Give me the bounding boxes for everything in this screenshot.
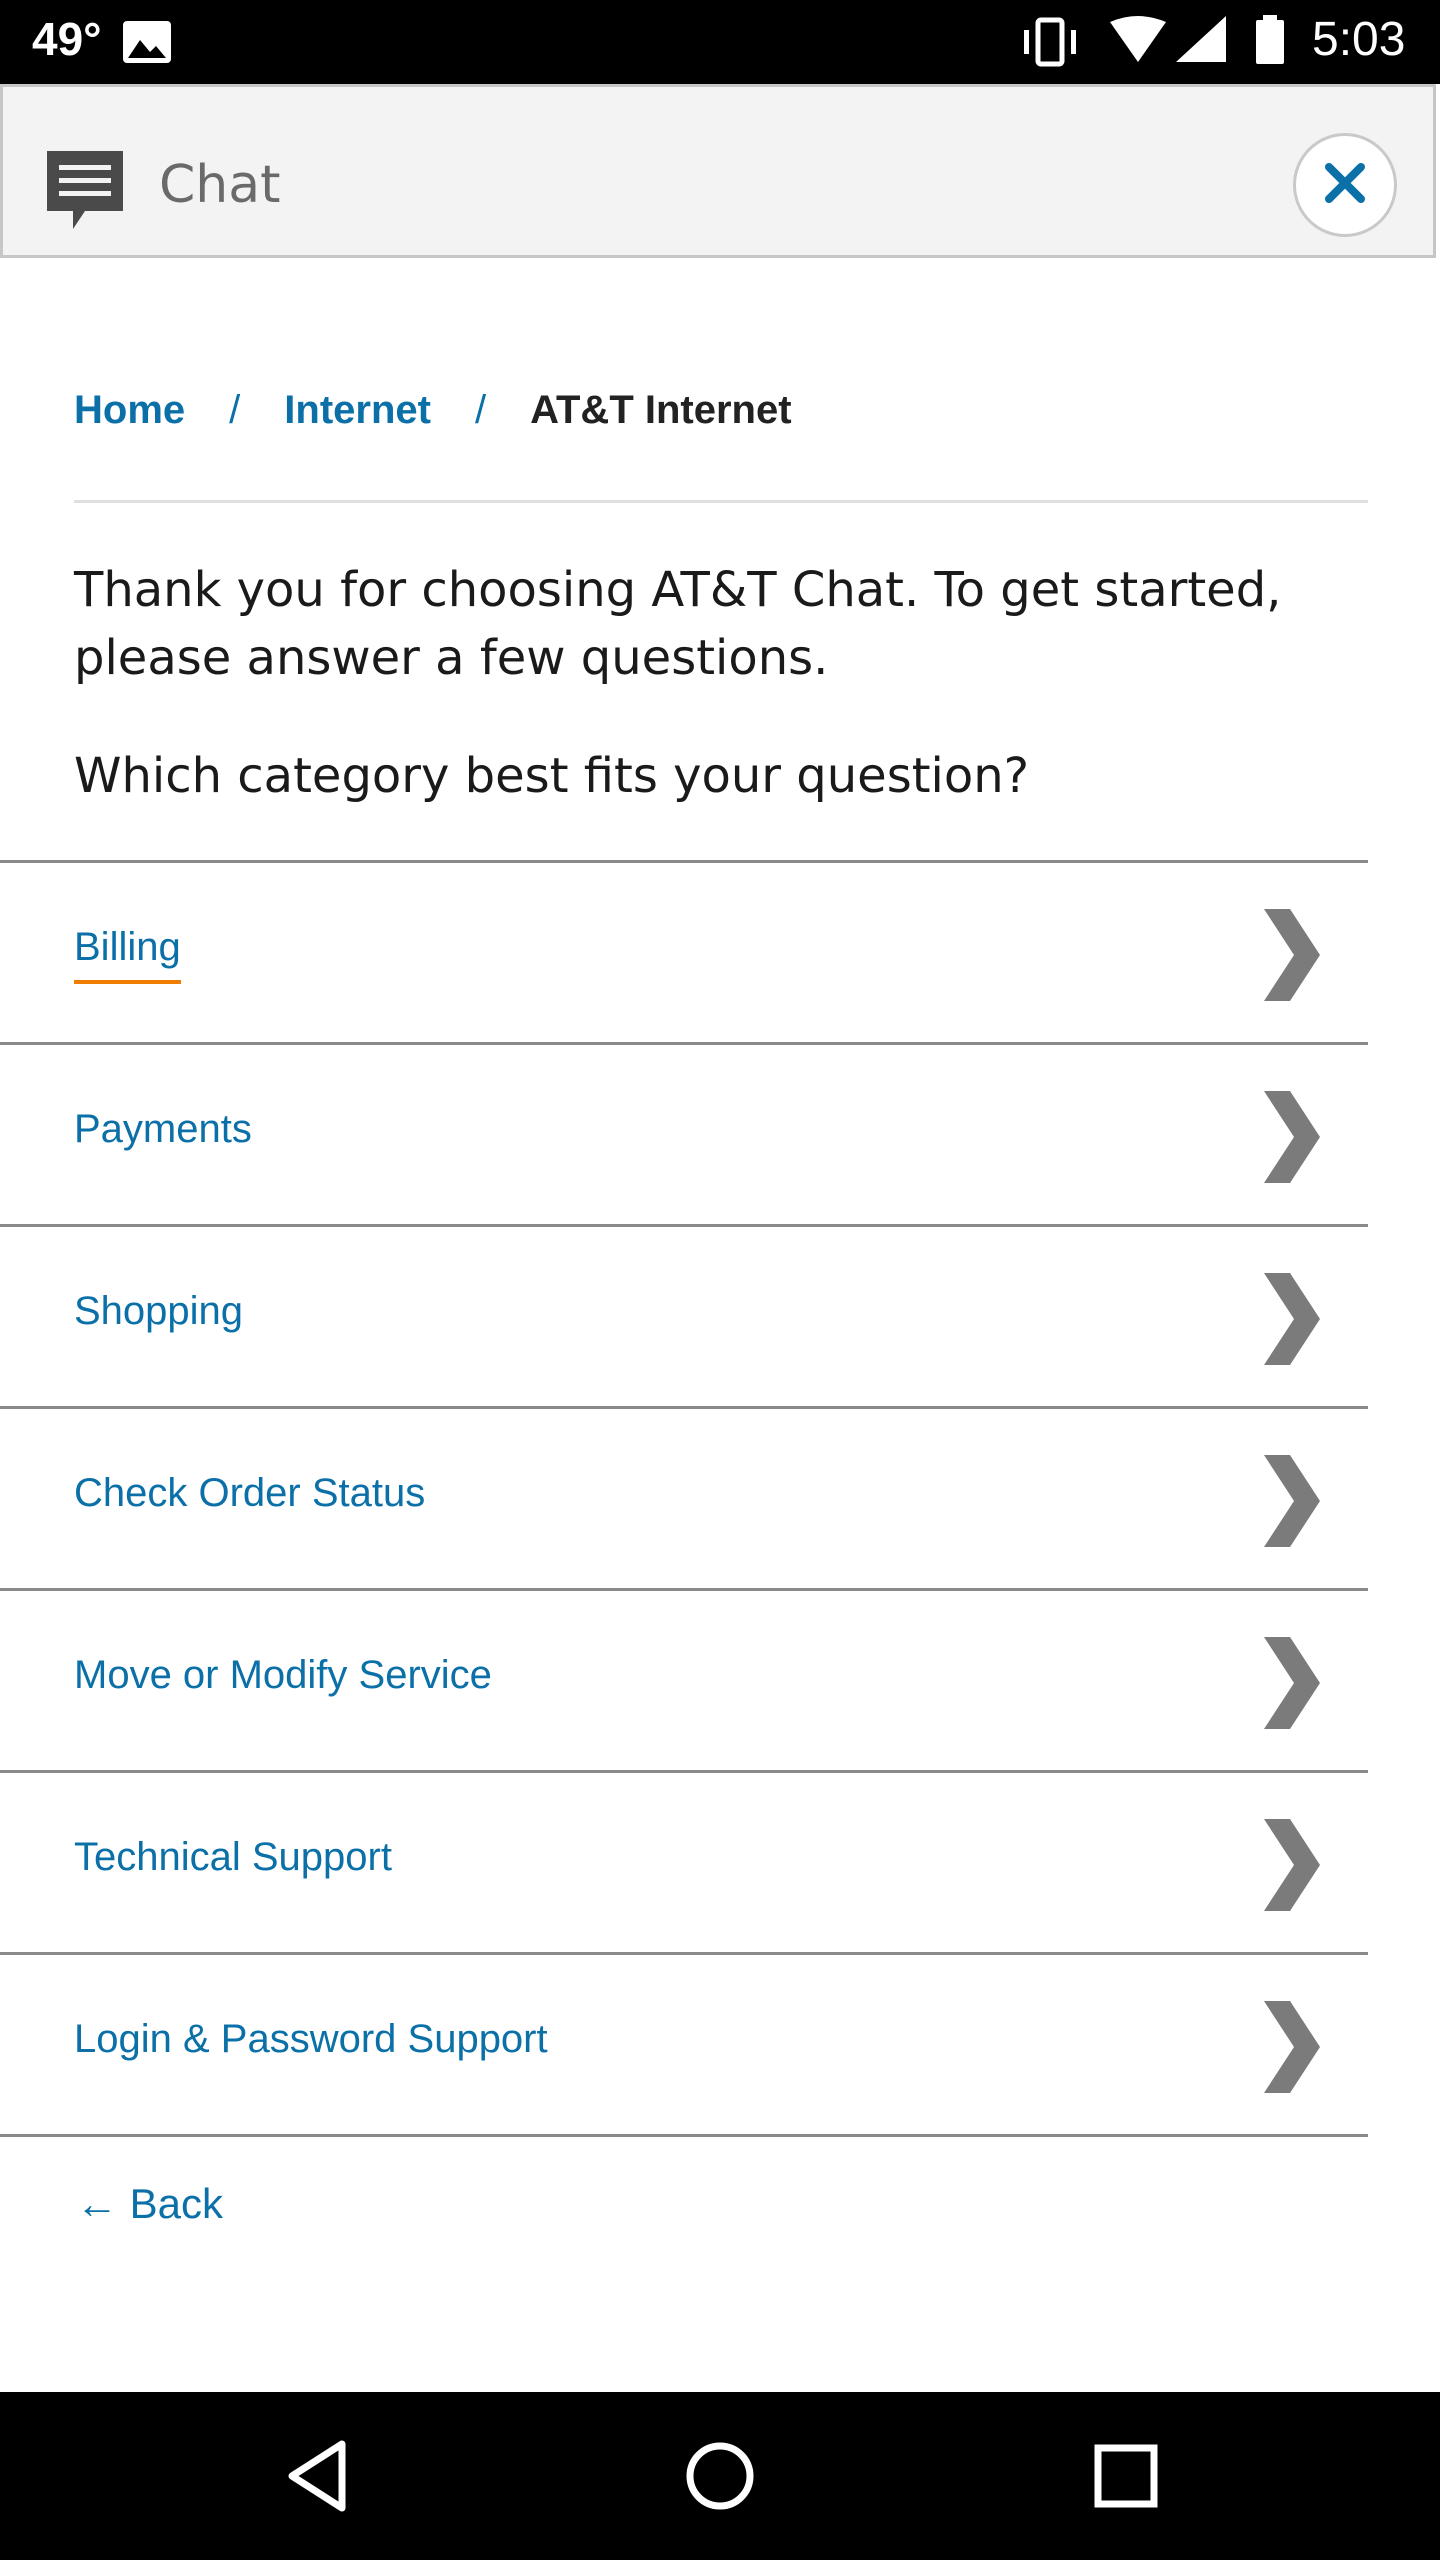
chevron-right-icon — [1250, 1997, 1330, 2102]
chevron-right-icon — [1250, 1815, 1330, 1920]
chevron-right-icon — [1250, 905, 1330, 1010]
category-label: Move or Modify Service — [74, 1653, 492, 1697]
category-label: Login & Password Support — [74, 2017, 548, 2061]
intro-text: Thank you for choosing AT&T Chat. To get… — [74, 562, 1282, 686]
wifi-icon — [1110, 16, 1166, 62]
category-check-order-status[interactable]: Check Order Status — [0, 1409, 1368, 1591]
breadcrumb-separator: / — [474, 387, 487, 432]
circle-home-icon[interactable] — [680, 2436, 760, 2521]
close-button[interactable] — [1293, 133, 1397, 237]
category-shopping[interactable]: Shopping — [0, 1227, 1368, 1409]
breadcrumb: Home / Internet / AT&T Internet — [74, 382, 792, 438]
triangle-back-icon[interactable] — [280, 2436, 360, 2521]
chevron-right-icon — [1250, 1087, 1330, 1192]
breadcrumb-internet-link[interactable]: Internet — [284, 388, 431, 433]
category-technical-support[interactable]: Technical Support — [0, 1773, 1368, 1955]
chevron-right-icon — [1250, 1633, 1330, 1738]
category-label: Technical Support — [74, 1835, 392, 1879]
chevron-right-icon — [1250, 1451, 1330, 1556]
status-bar: 49° 5:03 — [0, 0, 1440, 84]
chevron-right-icon — [1250, 1269, 1330, 1374]
breadcrumb-current: AT&T Internet — [530, 387, 792, 432]
clock: 5:03 — [1312, 13, 1406, 66]
category-payments[interactable]: Payments — [0, 1045, 1368, 1227]
category-label: Check Order Status — [74, 1471, 426, 1515]
breadcrumb-separator: / — [229, 387, 241, 432]
temperature: 49° — [32, 13, 102, 65]
chat-title: Chat — [159, 155, 281, 215]
category-label: Shopping — [74, 1289, 244, 1333]
vibrate-icon — [1024, 17, 1076, 67]
category-move-or-modify-service[interactable]: Move or Modify Service — [0, 1591, 1368, 1773]
close-icon — [1321, 159, 1369, 212]
category-login-password-support[interactable]: Login & Password Support — [0, 1955, 1368, 2137]
divider — [74, 500, 1368, 503]
battery-icon — [1256, 15, 1284, 64]
square-recents-icon[interactable] — [1086, 2436, 1166, 2521]
navigation-bar — [0, 2392, 1440, 2560]
category-billing[interactable]: Billing — [0, 863, 1368, 1045]
status-icons — [1020, 14, 1300, 75]
category-list: Billing Payments Shopping Check Order St… — [0, 860, 1368, 2137]
chat-bubble-icon — [45, 149, 125, 238]
category-question: Which category best fits your question? — [74, 748, 1030, 804]
chat-header: Chat — [0, 84, 1436, 258]
signal-icon — [1176, 16, 1226, 62]
category-label: Billing — [74, 925, 181, 984]
back-link[interactable]: ← Back — [76, 2180, 223, 2228]
category-label: Payments — [74, 1107, 252, 1151]
image-icon — [122, 20, 172, 69]
breadcrumb-home-link[interactable]: Home — [74, 388, 185, 433]
